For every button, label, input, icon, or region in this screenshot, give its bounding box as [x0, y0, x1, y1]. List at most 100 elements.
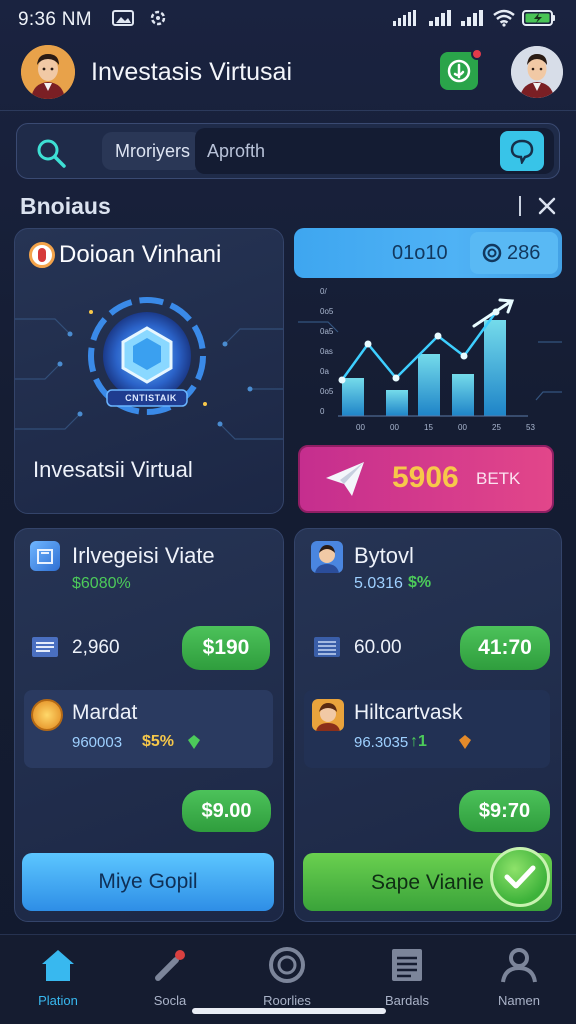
network-signal-icon	[393, 10, 416, 26]
nav-item-profile[interactable]: Namen	[471, 946, 567, 1008]
nav-label-tools: Socla	[153, 993, 187, 1008]
left-card-metric: 2,960	[72, 637, 120, 658]
gold-coin-icon	[31, 699, 63, 731]
left-card-title: Irlvegeisi Viate	[72, 543, 215, 568]
document-icon	[392, 949, 422, 981]
home-indicator	[192, 1008, 386, 1014]
wifi-icon	[493, 9, 515, 27]
green-gem-icon	[188, 735, 200, 749]
signal-strength-2-icon	[461, 10, 483, 26]
nav-item-home[interactable]: Plation	[10, 946, 106, 1008]
chart-point	[392, 374, 400, 382]
header-divider	[0, 110, 576, 111]
profile-avatar[interactable]	[21, 45, 75, 99]
x-tick-label: 25	[492, 423, 501, 432]
left-sub-item-pct: $5%	[142, 733, 175, 750]
y-tick-label: 0o5	[320, 387, 334, 396]
user-avatar[interactable]	[511, 46, 563, 98]
signal-strength-icon	[429, 10, 451, 26]
status-bar: 9:36 NM	[0, 0, 576, 38]
right-card-metric: 60.00	[354, 637, 402, 658]
chart-bar	[418, 354, 440, 416]
user-icon	[501, 948, 537, 983]
left-sub-item-value: 960003	[72, 734, 123, 751]
nav-item-tools[interactable]: Socla	[122, 946, 218, 1008]
notification-dot	[471, 48, 483, 60]
nav-item-documents[interactable]: Bardals	[359, 946, 455, 1008]
target-icon	[269, 947, 305, 983]
stats-value-right: 286	[507, 242, 541, 264]
battery-icon	[522, 10, 555, 26]
x-tick-label: 00	[458, 423, 467, 432]
chart-point	[364, 340, 372, 348]
right-metric-button[interactable]: 41:70	[460, 626, 550, 670]
right-card-title: Bytovl	[354, 543, 414, 568]
emblem-label: CNTISTAIK	[125, 393, 177, 403]
settings-notification-icon	[150, 10, 166, 26]
left-metric-button-label: $190	[202, 636, 250, 659]
close-icon[interactable]	[537, 196, 557, 216]
left-metric-button[interactable]: $190	[182, 626, 270, 670]
virtual-coin-emblem-icon	[88, 297, 207, 415]
left-sub-button[interactable]: $9.00	[182, 790, 271, 832]
search-icon[interactable]	[34, 136, 68, 170]
right-card-subtitle-badge: $%	[408, 574, 432, 591]
chart-bar	[386, 390, 408, 416]
featured-caption: Invesatsii Virtual	[33, 457, 193, 482]
chart-point	[460, 352, 468, 360]
invest-action-suffix: BETK	[476, 469, 521, 488]
home-icon	[42, 950, 74, 981]
confirm-check-button[interactable]	[490, 847, 550, 907]
wallet-button[interactable]	[440, 48, 483, 90]
right-card-avatar-icon	[311, 541, 343, 573]
chat-bubble-icon	[510, 139, 534, 164]
invest-action-value: 5906	[392, 461, 459, 494]
paper-plane-icon	[326, 462, 364, 496]
left-card-icon	[30, 541, 60, 571]
right-card-subtitle: 5.0316	[354, 575, 403, 592]
list-icon	[32, 637, 58, 657]
right-cta-label: Sape Vianie	[371, 871, 484, 894]
right-sub-button[interactable]: $9:70	[459, 790, 550, 832]
x-tick-label: 53	[526, 423, 535, 432]
growth-chart: 0/0o50a50as0a0o5000 00 15 00 25 53	[298, 287, 562, 432]
chart-bar	[342, 378, 364, 416]
left-cta-label: Miye Gopil	[98, 870, 198, 893]
right-metric-button-label: 41:70	[478, 636, 532, 659]
left-cta-button[interactable]: Miye Gopil	[22, 853, 274, 911]
x-tick-label: 00	[390, 423, 399, 432]
y-tick-label: 0a	[320, 367, 329, 376]
section-title: Bnoiaus	[20, 193, 111, 219]
featured-title: Doioan Vinhani	[59, 241, 222, 268]
nav-label-reports: Roorlies	[263, 993, 311, 1008]
chart-bar	[484, 320, 506, 416]
right-sub-item-value: 96.3035	[354, 734, 409, 751]
y-tick-label: 0as	[320, 347, 333, 356]
featured-card[interactable]: Doioan Vinhani CNTISTAIK Invesatsii Virt…	[14, 228, 284, 514]
right-sub-item-title: Hiltcartvask	[354, 701, 463, 724]
nav-label-documents: Bardals	[384, 993, 430, 1008]
stats-value-left: 01o10	[392, 242, 448, 264]
x-tick-label: 15	[424, 423, 433, 432]
chart-point	[338, 376, 346, 384]
y-tick-label: 0o5	[320, 307, 334, 316]
nav-item-reports[interactable]: Roorlies	[239, 946, 335, 1008]
right-sub-item-badge: ↑1	[410, 733, 427, 750]
left-sub-item[interactable]	[24, 690, 273, 768]
y-tick-label: 0	[320, 407, 325, 416]
search-placeholder: Aprofth	[207, 141, 266, 161]
money-icon	[447, 59, 471, 83]
left-sub-button-label: $9.00	[201, 799, 252, 822]
nav-label-home: Plation	[38, 993, 78, 1008]
y-tick-label: 0/	[320, 287, 327, 296]
right-sub-avatar-icon	[312, 699, 344, 731]
right-sub-button-label: $9:70	[478, 799, 531, 822]
orange-gem-icon	[459, 735, 471, 749]
stack-icon	[314, 637, 340, 657]
y-tick-label: 0a5	[320, 327, 334, 336]
search-category-label: Mroriyers	[115, 141, 190, 161]
search-submit-button[interactable]	[500, 131, 544, 171]
app-title: Investasis Virtusai	[91, 58, 293, 86]
circuit-line	[535, 391, 562, 401]
check-icon	[504, 865, 536, 889]
